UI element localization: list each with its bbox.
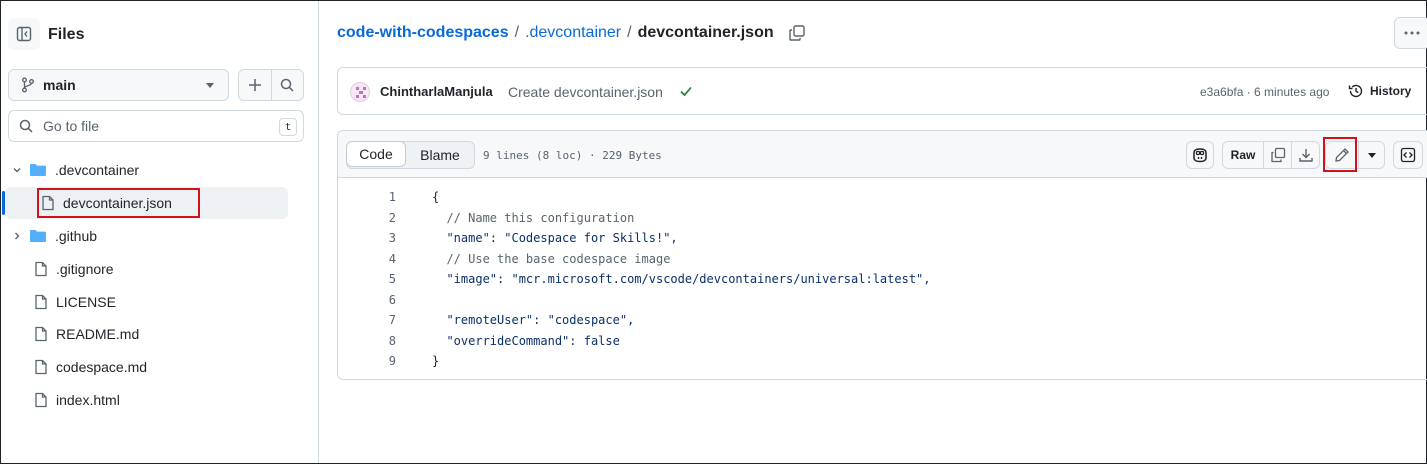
line-text: // Name this configuration [432, 210, 635, 225]
raw-button[interactable]: Raw [1223, 142, 1263, 168]
chevron-down-icon [9, 165, 25, 175]
tree-item-label: codespace.md [56, 359, 148, 375]
code-square-icon [1400, 147, 1416, 163]
copy-icon [788, 25, 805, 41]
line-number[interactable]: 9 [358, 351, 396, 371]
line-text: } [432, 354, 440, 368]
file-icon [34, 261, 48, 277]
tree-file-readme[interactable]: README.md [34, 318, 139, 350]
raw-actions-group: Raw [1222, 141, 1320, 169]
download-button[interactable] [1291, 142, 1319, 168]
sidebar-title: Files [48, 26, 85, 43]
copilot-button[interactable] [1186, 141, 1214, 169]
history-icon [1348, 84, 1363, 98]
history-button[interactable]: History [1348, 83, 1411, 99]
line-text: "remoteUser": "codespace", [432, 313, 635, 327]
tree-item-label: README.md [56, 326, 140, 342]
avatar[interactable] [350, 82, 370, 102]
file-icon [34, 294, 48, 310]
collapse-sidebar-button[interactable] [8, 18, 40, 50]
history-label: History [1370, 84, 1412, 98]
search-code-button[interactable] [270, 70, 304, 100]
file-icon [34, 326, 48, 342]
line-number[interactable]: 4 [358, 249, 396, 269]
line-number[interactable]: 2 [358, 208, 396, 228]
edit-dropdown-button[interactable] [1358, 142, 1384, 168]
go-to-file-placeholder: Go to file [43, 118, 100, 134]
highlight-box-edit-button [1323, 137, 1357, 172]
copy-icon [1270, 147, 1285, 163]
breadcrumb: code-with-codespaces / .devcontainer / d… [337, 24, 806, 42]
line-text: // Use the base codespace image [432, 251, 671, 266]
tree-item-label: LICENSE [56, 294, 116, 310]
file-header: Code Blame 9 lines (8 loc) · 229 Bytes R… [338, 131, 1427, 178]
line-text: "name": "Codespace for Skills!", [432, 231, 678, 245]
plus-icon [248, 79, 261, 91]
breadcrumb-separator: / [514, 24, 520, 41]
line-number[interactable]: 1 [358, 187, 396, 207]
add-file-button[interactable] [239, 70, 271, 100]
line-text: "overrideCommand": false [432, 333, 620, 348]
branch-selector[interactable]: main [8, 69, 229, 101]
file-icon [34, 392, 48, 408]
chevron-right-icon [9, 231, 25, 241]
file-meta: 9 lines (8 loc) · 229 Bytes [483, 149, 662, 162]
search-icon [281, 78, 294, 92]
line-text: "image": "mcr.microsoft.com/vscode/devco… [432, 272, 931, 286]
commit-sha-time[interactable]: e3a6bfa · 6 minutes ago [1200, 85, 1329, 99]
line-number[interactable]: 3 [358, 228, 396, 248]
copy-raw-button[interactable] [1263, 142, 1291, 168]
keyboard-shortcut-badge: t [279, 118, 297, 136]
copilot-icon [1193, 148, 1207, 163]
search-icon [19, 119, 33, 133]
line-number[interactable]: 6 [358, 290, 396, 310]
highlight-box-selected-file [37, 188, 200, 218]
file-icon [34, 359, 48, 375]
commit-message-link[interactable]: Create devcontainer.json [508, 84, 663, 100]
copy-path-button[interactable] [788, 24, 806, 42]
tree-file-codespace-md[interactable]: codespace.md [34, 351, 147, 383]
more-options-button[interactable] [1394, 17, 1427, 49]
file-tree-sidebar: Files main Go to file t .devcontainer de… [1, 1, 319, 463]
tab-code[interactable]: Code [346, 141, 406, 167]
tree-folder-github[interactable]: .github [9, 220, 97, 252]
tree-file-gitignore[interactable]: .gitignore [34, 253, 114, 285]
breadcrumb-folder-link[interactable]: .devcontainer [525, 24, 621, 42]
chevron-down-icon [206, 83, 214, 88]
tree-file-license[interactable]: LICENSE [34, 286, 116, 318]
breadcrumb-repo-link[interactable]: code-with-codespaces [337, 24, 509, 42]
sidebar-collapse-icon [16, 26, 32, 42]
commit-author-link[interactable]: ChintharlaManjula [380, 84, 493, 99]
tree-item-label: index.html [56, 392, 120, 408]
breadcrumb-current-file: devcontainer.json [637, 24, 774, 41]
kebab-horizontal-icon [1404, 31, 1420, 35]
tree-item-label: .devcontainer [55, 162, 140, 178]
download-icon [1298, 149, 1313, 162]
file-viewer: Code Blame 9 lines (8 loc) · 229 Bytes R… [337, 130, 1427, 380]
branch-name: main [43, 77, 76, 93]
tab-blame[interactable]: Blame [406, 142, 474, 168]
check-icon[interactable] [678, 83, 694, 102]
tree-folder-devcontainer[interactable]: .devcontainer [9, 154, 139, 186]
view-mode-toggle: Code Blame [346, 141, 475, 169]
tree-file-index-html[interactable]: index.html [34, 384, 120, 416]
chevron-down-icon [1367, 152, 1376, 158]
folder-icon [29, 228, 47, 244]
sidebar-actions [238, 69, 304, 101]
git-branch-icon [22, 77, 34, 93]
breadcrumb-separator: / [627, 24, 632, 41]
folder-open-icon [29, 162, 47, 178]
tree-item-label: .github [55, 228, 98, 244]
line-number[interactable]: 5 [358, 269, 396, 289]
line-number[interactable]: 8 [358, 331, 396, 351]
symbols-panel-button[interactable] [1393, 141, 1423, 169]
go-to-file-input[interactable]: Go to file t [8, 110, 304, 142]
selected-row-indicator [2, 191, 5, 215]
latest-commit-bar: ChintharlaManjula Create devcontainer.js… [337, 67, 1427, 115]
line-text: { [432, 190, 440, 204]
tree-item-label: .gitignore [56, 261, 114, 277]
line-number[interactable]: 7 [358, 310, 396, 330]
